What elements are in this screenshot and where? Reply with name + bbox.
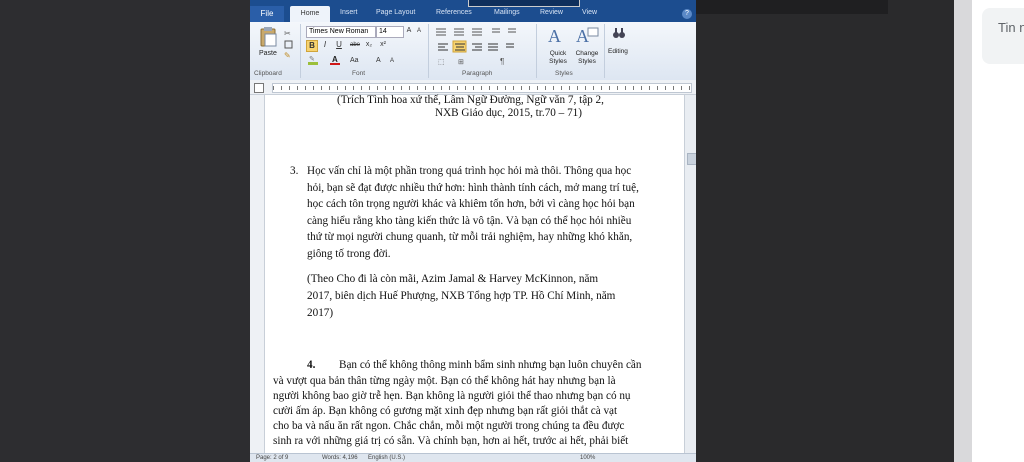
word-window: File Home Insert Page Layout References …: [250, 0, 696, 462]
chat-message-bubble[interactable]: [982, 8, 1024, 64]
citation-line: (Theo Cho đi là còn mãi, Azim Jamal & Ha…: [307, 273, 599, 285]
subscript-button[interactable]: x₂: [364, 40, 374, 50]
ruler-strip: [272, 83, 692, 93]
svg-text:A: A: [548, 26, 561, 46]
italic-button[interactable]: I: [320, 40, 330, 50]
paragraph-line: sinh ra với những giá trị có sẵn. Và chí…: [273, 435, 629, 447]
tab-home[interactable]: Home: [290, 6, 330, 22]
top-strip: [696, 0, 888, 14]
paragraph-group-label: Paragraph: [462, 70, 493, 77]
editing-button[interactable]: Editing: [608, 48, 628, 55]
paragraph-line: Bạn có thể không thông minh bẩm sinh như…: [339, 359, 642, 371]
citation-line: 2017, biên dịch Huế Phượng, NXB Tổng hợp…: [307, 290, 616, 302]
tab-insert[interactable]: Insert: [340, 9, 358, 16]
citation-line: 2017): [307, 307, 334, 319]
tab-file[interactable]: File: [250, 6, 284, 22]
separator: [604, 24, 605, 78]
svg-text:A: A: [332, 55, 338, 64]
cut-copy-icons[interactable]: ✂ ✎: [284, 28, 294, 62]
zoom-level[interactable]: 100%: [580, 454, 595, 462]
status-bar: Page: 2 of 9 Words: 4,196 English (U.S.)…: [250, 453, 696, 462]
svg-text:✎: ✎: [284, 51, 291, 60]
desktop-background-left: [0, 0, 250, 462]
font-color-tools[interactable]: ✎ A Aa A A: [306, 54, 418, 66]
paragraph-line: cho ba và nấu ăn rất ngon. Chắc chắn, mỗ…: [273, 420, 625, 432]
word-count[interactable]: Words: 4,196: [322, 454, 358, 462]
paste-button[interactable]: Paste: [259, 50, 277, 57]
citation-line: (Trích Tình hoa xứ thế, Lâm Ngữ Đường, N…: [337, 94, 604, 106]
vertical-ruler: [250, 95, 265, 453]
svg-text:⊞: ⊞: [458, 59, 464, 66]
tab-mailings[interactable]: Mailings: [494, 9, 520, 16]
svg-text:A: A: [576, 26, 589, 46]
title-box: [468, 0, 580, 7]
document-page: (Trích Tình hoa xứ thế, Lâm Ngữ Đường, N…: [266, 94, 682, 453]
paragraph-line: giông tố trong đời.: [307, 248, 391, 260]
svg-text:⬚: ⬚: [438, 59, 445, 66]
font-size-select[interactable]: 14: [376, 26, 404, 38]
paragraph-line: người không bao giờ trễ hẹn. Bạn không l…: [273, 390, 631, 402]
clipboard-group-label: Clipboard: [254, 70, 282, 77]
svg-text:Aa: Aa: [350, 57, 359, 64]
superscript-button[interactable]: x²: [378, 40, 388, 50]
language-indicator[interactable]: English (U.S.): [368, 454, 405, 462]
tab-selector-icon[interactable]: [254, 83, 264, 93]
quick-styles-button[interactable]: Quick Styles: [544, 50, 572, 66]
binoculars-icon[interactable]: [612, 26, 626, 40]
change-styles-button[interactable]: Change Styles: [572, 50, 602, 66]
paragraph-line: học cách tôn trọng người khác và khiêm t…: [307, 198, 635, 211]
paragraph-line: cười ấm áp. Bạn không có gương mặt xinh …: [273, 405, 618, 417]
paragraph-line: và vượt qua bản thân từng ngày một. Bạn …: [273, 375, 616, 387]
horizontal-ruler: [250, 80, 696, 95]
vertical-scrollbar[interactable]: [684, 95, 696, 453]
ruler-ticks: [273, 86, 691, 90]
scrollbar-thumb[interactable]: [687, 153, 696, 165]
chat-message-text: Tin n: [998, 20, 1024, 35]
bold-button[interactable]: B: [306, 40, 318, 52]
svg-text:A: A: [376, 57, 381, 64]
font-group-label: Font: [352, 70, 366, 77]
font-name-select[interactable]: Times New Roman: [306, 26, 376, 38]
desktop-background-middle: [696, 0, 954, 462]
paragraph-tools[interactable]: ⬚ ⊞ ¶: [434, 26, 528, 66]
paragraph-line: Học vấn chỉ là một phần trong quá trình …: [307, 165, 632, 177]
ribbon-tab-bar: File Home Insert Page Layout References …: [250, 0, 696, 22]
separator: [536, 24, 537, 78]
tab-view[interactable]: View: [582, 9, 597, 16]
strikethrough-button[interactable]: abe: [348, 40, 362, 50]
grow-font-icon[interactable]: A: [404, 26, 414, 36]
underline-button[interactable]: U: [334, 40, 344, 50]
chat-panel-border: [954, 0, 972, 462]
svg-text:¶: ¶: [500, 57, 504, 66]
citation-line: NXB Giáo dục, 2015, tr.70 – 71): [435, 107, 582, 119]
separator: [300, 24, 301, 78]
tab-page-layout[interactable]: Page Layout: [376, 9, 415, 16]
svg-text:✎: ✎: [309, 56, 315, 63]
page-count[interactable]: Page: 2 of 9: [256, 454, 288, 462]
ribbon: Paste ✂ ✎ Clipboard Times New Roman 14 A…: [250, 22, 696, 81]
list-number: 3.: [290, 165, 299, 177]
paragraph-line: thứ từ mọi người chung quanh, từ mỗi trả…: [307, 231, 633, 244]
tab-references[interactable]: References: [436, 9, 472, 16]
paragraph-line: càng hiểu rằng kho tàng kiến thức là vô …: [307, 214, 632, 227]
svg-text:A: A: [390, 58, 394, 64]
help-icon[interactable]: ?: [682, 9, 692, 19]
styles-group-label: Styles: [555, 70, 573, 77]
tab-review[interactable]: Review: [540, 9, 563, 16]
separator: [428, 24, 429, 78]
list-number: 4.: [307, 359, 316, 371]
styles-icons[interactable]: A A: [544, 24, 604, 46]
svg-text:✂: ✂: [284, 29, 291, 38]
paragraph-line: hỏi, bạn sẽ đạt được nhiều thứ hơn: hình…: [307, 181, 639, 194]
paste-icon[interactable]: [258, 26, 278, 48]
shrink-font-icon[interactable]: A: [414, 26, 424, 36]
